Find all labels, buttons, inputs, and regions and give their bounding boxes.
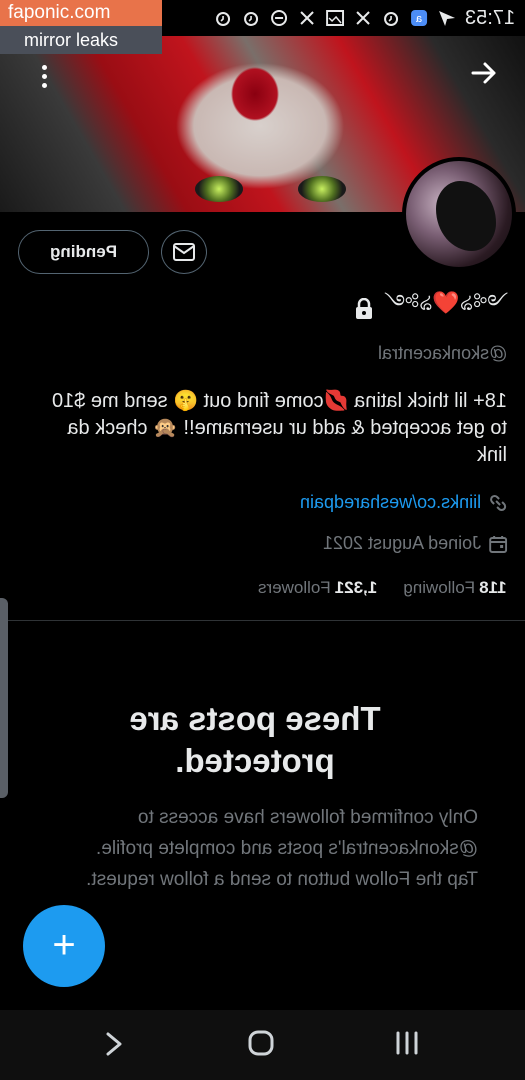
display-name: ༺ঌ❤️ঌ༻ [383, 290, 508, 315]
back-arrow-icon[interactable] [466, 58, 502, 94]
watermark-site: faponic.com [0, 0, 162, 26]
nav-home-icon[interactable] [247, 1029, 275, 1057]
joined-date: Joined August 2021 [322, 533, 481, 553]
status-icons: 17:53 a [213, 6, 519, 30]
send-icon [437, 8, 457, 28]
alarm-icon [241, 8, 261, 28]
app-icon: a [409, 8, 429, 28]
lock-icon [354, 297, 374, 320]
do-not-disturb-icon [269, 8, 289, 28]
user-handle: @skonkacentral [377, 343, 507, 363]
alarm-icon [381, 8, 401, 28]
followers-label: Followers [258, 578, 332, 597]
message-button[interactable] [161, 230, 207, 274]
edge-panel-handle[interactable] [0, 598, 8, 798]
following-count: 118 [479, 578, 507, 597]
avatar-image [436, 181, 496, 251]
svg-text:a: a [415, 13, 422, 25]
calendar-icon [489, 535, 507, 553]
watermark-tagline: mirror leaks [0, 26, 162, 54]
banner-eye [298, 176, 346, 202]
alarm-icon [213, 8, 233, 28]
gallery-icon [325, 8, 345, 28]
pending-label: Pending [49, 242, 118, 261]
follow-counts: 118Following 1,321Followers [258, 578, 507, 598]
link-icon [489, 494, 507, 511]
profile-link[interactable]: liinks.co/wesharedpain [300, 492, 481, 513]
nav-recent-apps-icon[interactable] [392, 1030, 422, 1056]
more-options-icon[interactable] [28, 60, 60, 92]
followers-count-link[interactable]: 1,321Followers [258, 578, 377, 598]
mail-icon [173, 243, 195, 261]
following-count-link[interactable]: 118Following [404, 578, 507, 598]
x-icon [353, 8, 373, 28]
protected-title: These posts are protected. [129, 700, 381, 779]
bio: 18+ lil thick latina 💋come find out 🤫 se… [51, 390, 507, 466]
avatar[interactable] [402, 157, 516, 271]
status-time: 17:53 [464, 6, 515, 29]
compose-button[interactable]: + [23, 905, 105, 987]
followers-count: 1,321 [335, 578, 378, 597]
display-name-row: ༺ঌ❤️ঌ༻ [0, 289, 508, 329]
joined-row: Joined August 2021 [323, 533, 507, 554]
protected-description: Only confirmed followers have access to … [86, 807, 478, 890]
nav-back-icon[interactable] [100, 1022, 130, 1066]
banner-eye [195, 176, 243, 202]
x-icon [297, 8, 317, 28]
watermark: faponic.com mirror leaks [0, 0, 162, 54]
pending-button[interactable]: Pending [18, 230, 149, 274]
following-label: Following [403, 578, 476, 597]
profile-link-row[interactable]: liinks.co/wesharedpain [300, 492, 507, 513]
divider [0, 620, 525, 621]
